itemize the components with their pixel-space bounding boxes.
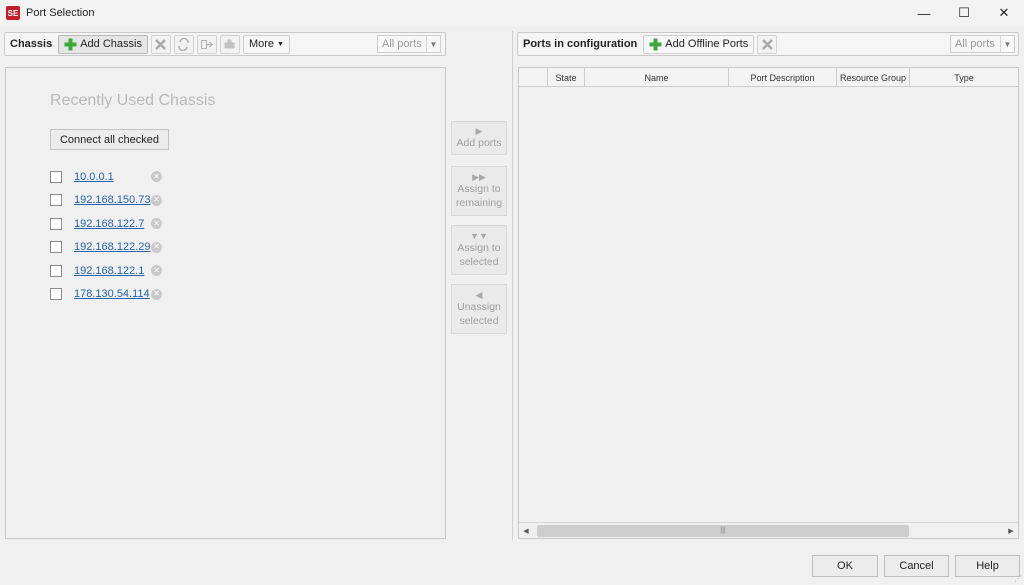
- list-item: 192.168.150.73 ✕: [50, 189, 162, 213]
- chassis-link[interactable]: 10.0.0.1: [74, 171, 151, 183]
- more-label: More: [248, 38, 275, 50]
- disconnect-icon: [155, 38, 167, 50]
- list-item: 192.168.122.7 ✕: [50, 212, 162, 236]
- recent-chassis-list: 10.0.0.1 ✕ 192.168.150.73 ✕ 192.168.122.…: [50, 165, 162, 306]
- remove-icon[interactable]: ✕: [151, 194, 162, 206]
- list-item: 192.168.122.1 ✕: [50, 259, 162, 283]
- assign-remaining-label-line2: remaining: [455, 197, 503, 209]
- more-button[interactable]: More ▼: [242, 34, 290, 54]
- unassign-label-line1: Unassign: [457, 301, 501, 313]
- grip-icon: |||: [720, 527, 726, 534]
- connect-all-checked-button[interactable]: Connect all checked: [50, 129, 169, 150]
- add-offline-ports-button[interactable]: Add Offline Ports: [643, 34, 755, 54]
- column-header-state[interactable]: State: [548, 68, 585, 87]
- chassis-checkbox[interactable]: [50, 170, 62, 183]
- chassis-link[interactable]: 192.168.122.7: [74, 218, 151, 230]
- remove-icon[interactable]: ✕: [151, 288, 162, 300]
- app-logo-icon: SE: [6, 6, 20, 20]
- column-header-select[interactable]: [519, 68, 548, 87]
- column-header-port-description[interactable]: Port Description: [729, 68, 837, 87]
- chassis-link[interactable]: 178.130.54.114: [74, 288, 151, 300]
- chassis-checkbox[interactable]: [50, 264, 62, 277]
- column-header-name[interactable]: Name: [585, 68, 729, 87]
- list-item: 178.130.54.114 ✕: [50, 283, 162, 307]
- remove-icon[interactable]: ✕: [151, 218, 162, 230]
- assign-selected-label-line1: Assign to: [457, 242, 501, 254]
- remove-icon[interactable]: ✕: [151, 241, 162, 253]
- grid-header: State Name Port Description Resource Gro…: [519, 68, 1018, 87]
- add-offline-ports-label: Add Offline Ports: [665, 38, 749, 50]
- assign-to-remaining-button[interactable]: ▶▶ Assign to remaining: [451, 166, 507, 216]
- dialog-footer: OK Cancel Help ⋰: [0, 548, 1024, 585]
- unassign-selected-button[interactable]: ◀ Unassign selected: [451, 284, 507, 334]
- double-arrow-right-icon: ▶▶: [472, 172, 486, 182]
- refresh-icon: [178, 37, 190, 51]
- maximize-button[interactable]: ☐: [944, 0, 984, 26]
- close-window-button[interactable]: ✕: [984, 0, 1024, 26]
- assign-remaining-label-line1: Assign to: [457, 183, 501, 195]
- assign-selected-label-line2: selected: [459, 256, 499, 268]
- scroll-thumb[interactable]: |||: [537, 524, 909, 537]
- chassis-checkbox[interactable]: [50, 241, 62, 254]
- scroll-left-icon[interactable]: ◀: [519, 524, 533, 538]
- export-chassis-button[interactable]: [196, 34, 217, 54]
- list-item: 192.168.122.29 ✕: [50, 236, 162, 260]
- disconnect-chassis-button[interactable]: [150, 34, 171, 54]
- reserve-chassis-button[interactable]: [219, 34, 240, 54]
- chassis-toolbar-title: Chassis: [10, 38, 53, 50]
- chassis-checkbox[interactable]: [50, 288, 62, 301]
- recent-chassis-panel: Recently Used Chassis Connect all checke…: [5, 67, 446, 539]
- horizontal-scrollbar[interactable]: ◀ ||| ▶: [519, 522, 1018, 538]
- chassis-checkbox[interactable]: [50, 194, 62, 207]
- assignment-buttons: ▶ Add ports ▶▶ Assign to remaining ▼▼ As…: [451, 121, 507, 343]
- chevron-down-icon: ▼: [1000, 36, 1014, 52]
- chassis-link[interactable]: 192.168.122.29: [74, 241, 151, 253]
- add-ports-button[interactable]: ▶ Add ports: [451, 121, 507, 155]
- disconnect-icon: [761, 38, 773, 50]
- ok-button[interactable]: OK: [812, 555, 878, 577]
- chassis-link[interactable]: 192.168.150.73: [74, 194, 151, 206]
- export-icon: [201, 39, 214, 49]
- add-ports-label: Add ports: [456, 137, 502, 149]
- chassis-link[interactable]: 192.168.122.1: [74, 265, 151, 277]
- ports-toolbar: Ports in configuration Add Offline Ports: [517, 32, 1019, 56]
- list-item: 10.0.0.1 ✕: [50, 165, 162, 189]
- ports-filter-value: All ports: [955, 38, 995, 50]
- ports-toolbar-title: Ports in configuration: [523, 38, 638, 50]
- column-header-type[interactable]: Type: [910, 68, 1018, 87]
- arrow-left-icon: ◀: [475, 290, 483, 300]
- resize-grip-icon[interactable]: ⋰: [1014, 574, 1022, 583]
- chevron-down-icon: ▼: [277, 40, 284, 48]
- remove-ports-button[interactable]: [757, 34, 778, 54]
- add-chassis-label: Add Chassis: [80, 38, 142, 50]
- unassign-label-line2: selected: [459, 315, 499, 327]
- minimize-button[interactable]: —: [904, 0, 944, 26]
- assign-to-selected-button[interactable]: ▼▼ Assign to selected: [451, 225, 507, 275]
- plus-icon: [64, 38, 77, 50]
- chassis-checkbox[interactable]: [50, 217, 62, 230]
- ports-filter-select[interactable]: All ports ▼: [950, 35, 1015, 53]
- plus-icon: [649, 38, 662, 50]
- help-button[interactable]: Help: [955, 555, 1020, 577]
- ports-grid: State Name Port Description Resource Gro…: [518, 67, 1019, 539]
- scroll-right-icon[interactable]: ▶: [1004, 524, 1018, 538]
- window-title: Port Selection: [26, 7, 95, 19]
- chassis-filter-value: All ports: [382, 38, 422, 50]
- arrow-right-icon: ▶: [475, 126, 483, 136]
- add-chassis-button[interactable]: Add Chassis: [58, 34, 148, 54]
- remove-icon[interactable]: ✕: [151, 171, 162, 183]
- chevron-down-icon: ▼: [426, 36, 440, 52]
- chassis-filter-select[interactable]: All ports ▼: [377, 35, 441, 53]
- title-bar: SE Port Selection — ☐ ✕: [0, 0, 1024, 26]
- double-arrow-down-icon: ▼▼: [470, 231, 488, 241]
- panel-divider[interactable]: [512, 31, 513, 540]
- recent-chassis-title: Recently Used Chassis: [50, 92, 216, 109]
- column-header-resource-group[interactable]: Resource Group: [837, 68, 910, 87]
- cancel-button[interactable]: Cancel: [884, 555, 949, 577]
- scroll-track[interactable]: |||: [533, 524, 1004, 537]
- remove-icon[interactable]: ✕: [151, 265, 162, 277]
- refresh-chassis-button[interactable]: [173, 34, 194, 54]
- reserve-icon: [224, 39, 235, 48]
